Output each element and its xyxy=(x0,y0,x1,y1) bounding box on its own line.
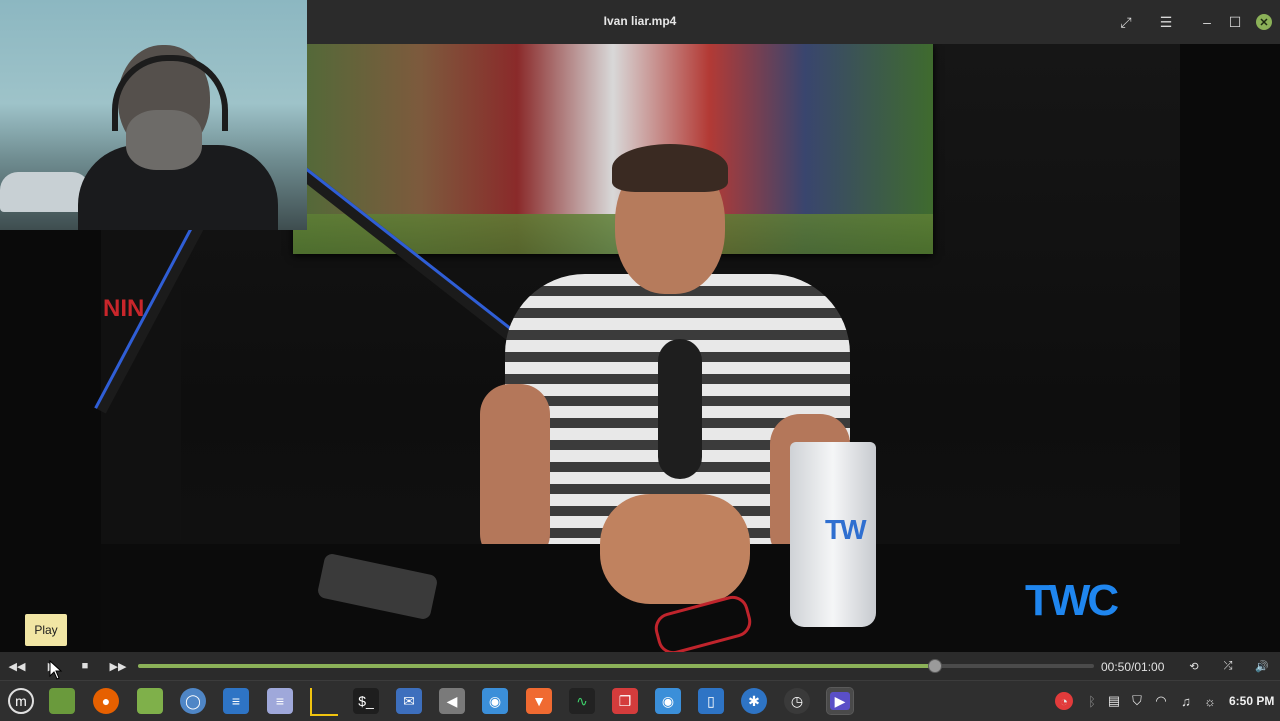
left-arm xyxy=(480,384,550,564)
text-editor-icon[interactable]: ≡ xyxy=(223,688,249,714)
mouse-cursor-icon xyxy=(49,660,63,680)
player-controls: ◀◀ ▶ ■ ▶▶ 00:50/01:00 ⟲ ⤮ 🔊 xyxy=(0,652,1280,680)
clipboard-icon[interactable]: ▤ xyxy=(1105,692,1123,710)
shield-icon[interactable]: ⛉ xyxy=(1128,692,1146,710)
phone-icon[interactable]: ▯ xyxy=(698,688,724,714)
shuffle-icon[interactable]: ⤮ xyxy=(1217,656,1239,676)
mint-menu-icon[interactable]: m xyxy=(8,688,34,714)
close-icon[interactable]: ✕ xyxy=(1256,14,1272,30)
maximize-icon[interactable]: ☐ xyxy=(1224,11,1246,33)
sound-icon[interactable]: ◀ xyxy=(439,688,465,714)
video-player-icon[interactable]: ▶ xyxy=(826,687,854,715)
fullscreen-icon[interactable]: ⤢ xyxy=(1115,11,1137,33)
show-desktop-icon[interactable] xyxy=(49,688,75,714)
system-monitor-icon[interactable] xyxy=(310,688,338,716)
bluetooth-icon[interactable]: ᛒ xyxy=(1083,692,1101,710)
accessibility-icon[interactable]: ✱ xyxy=(741,688,767,714)
wifi-icon[interactable]: ◠ xyxy=(1152,692,1170,710)
webcam-car xyxy=(0,172,90,212)
screenshot-icon[interactable]: ◉ xyxy=(655,688,681,714)
brave-icon[interactable]: ▼ xyxy=(526,688,552,714)
repeat-icon[interactable]: ⟲ xyxy=(1183,656,1205,676)
seek-bar[interactable] xyxy=(138,659,1094,673)
person-hair xyxy=(612,144,728,192)
minimize-icon[interactable]: – xyxy=(1196,11,1218,33)
taskbar: m ● ◯ ≡ ≡ $_ ✉ ◀ ◉ ▼ ∿ ❐ ◉ ▯ ✱ ◷ ▶ ◔ ᛒ ▤… xyxy=(0,680,1280,721)
camera-icon[interactable]: ◉ xyxy=(482,688,508,714)
seek-progress xyxy=(138,664,935,668)
document-icon[interactable]: ≡ xyxy=(267,688,293,714)
time-display: 00:50/01:00 xyxy=(1101,660,1165,674)
clock[interactable]: 6:50 PM xyxy=(1229,694,1274,708)
mail-icon[interactable]: ✉ xyxy=(396,688,422,714)
chromium-icon[interactable]: ◯ xyxy=(180,688,206,714)
fast-forward-icon[interactable]: ▶▶ xyxy=(107,656,129,676)
update-icon[interactable]: ◔ xyxy=(1055,692,1073,710)
music-icon[interactable]: ♫ xyxy=(1177,692,1195,710)
sign-text: NIN xyxy=(103,295,145,322)
brightness-icon[interactable]: ☼ xyxy=(1201,692,1219,710)
webcam-overlay xyxy=(0,0,307,230)
files-icon[interactable] xyxy=(137,688,163,714)
hands xyxy=(600,494,750,604)
seek-handle[interactable] xyxy=(928,659,943,673)
menu-icon[interactable]: ☰ xyxy=(1155,11,1177,33)
twc-logo: TWC xyxy=(1025,576,1119,625)
wall-banner xyxy=(293,44,933,254)
volume-icon[interactable]: 🔊 xyxy=(1251,656,1273,676)
firefox-icon[interactable]: ● xyxy=(93,688,119,714)
play-tooltip: Play xyxy=(25,614,67,646)
cup-logo: TW xyxy=(825,514,867,545)
terminal-icon[interactable]: $_ xyxy=(353,688,379,714)
reader-icon[interactable]: ❐ xyxy=(612,688,638,714)
rewind-icon[interactable]: ◀◀ xyxy=(6,656,28,676)
activity-icon[interactable]: ∿ xyxy=(569,688,595,714)
stop-icon[interactable]: ■ xyxy=(74,656,96,676)
timeshift-icon[interactable]: ◷ xyxy=(784,688,810,714)
microphone xyxy=(658,339,702,479)
